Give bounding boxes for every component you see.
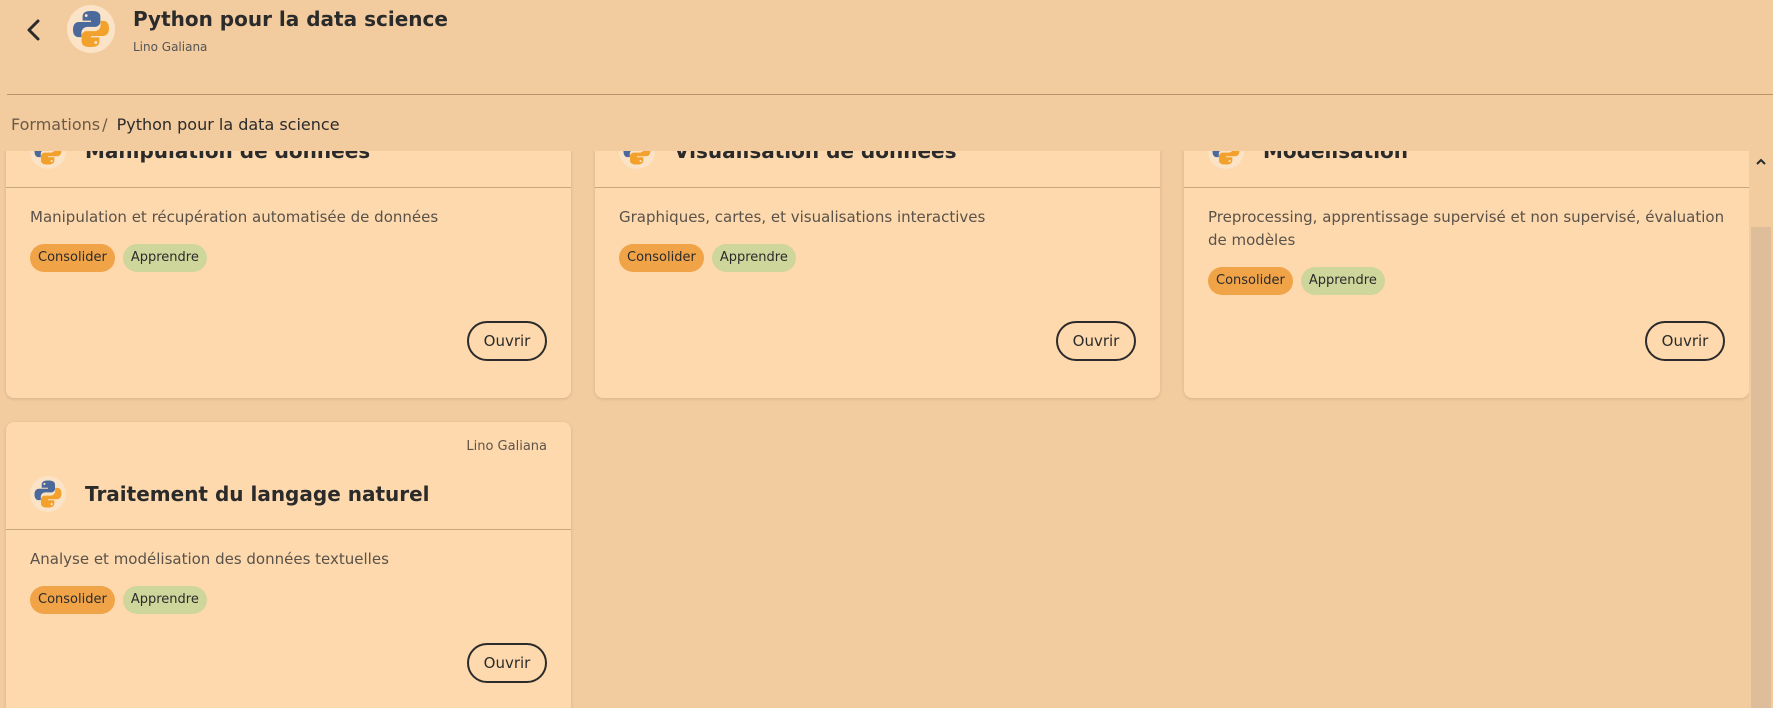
- header-divider: [7, 94, 1773, 95]
- card-description: Graphiques, cartes, et visualisations in…: [619, 208, 986, 226]
- breadcrumb-current: Python pour la data science: [116, 115, 340, 134]
- open-button[interactable]: Ouvrir: [1056, 321, 1136, 361]
- tag-consolider: Consolider: [1208, 267, 1293, 295]
- card-modelisation: Modélisation Preprocessing, apprentissag…: [1184, 151, 1749, 398]
- scroll-up-arrow-icon[interactable]: [1755, 157, 1767, 167]
- back-button[interactable]: [22, 16, 46, 44]
- card-title: Manipulation de données: [85, 151, 371, 163]
- card-tags: Consolider Apprendre: [619, 244, 796, 272]
- tag-consolider: Consolider: [619, 244, 704, 272]
- tag-consolider: Consolider: [30, 586, 115, 614]
- tag-consolider: Consolider: [30, 244, 115, 272]
- tag-apprendre: Apprendre: [122, 244, 207, 272]
- card-title: Visualisation de données: [674, 151, 957, 163]
- tag-apprendre: Apprendre: [122, 586, 207, 614]
- card-tags: Consolider Apprendre: [1208, 267, 1385, 295]
- course-author: Lino Galiana: [133, 40, 208, 54]
- scrollbar-thumb[interactable]: [1751, 227, 1771, 708]
- card-title: Traitement du langage naturel: [85, 482, 430, 506]
- python-logo-icon: [1208, 151, 1244, 169]
- app-header: Python pour la data science Lino Galiana: [0, 0, 1773, 95]
- open-button[interactable]: Ouvrir: [467, 643, 547, 683]
- python-logo-icon: [619, 151, 655, 169]
- python-logo-icon: [30, 476, 66, 512]
- card-divider: [1184, 187, 1749, 188]
- card-author: Lino Galiana: [466, 439, 547, 454]
- python-logo-icon: [30, 151, 66, 169]
- breadcrumb: Formations / Python pour la data science: [11, 115, 340, 134]
- chevron-left-icon: [27, 19, 40, 41]
- card-manipulation: Manipulation de données Manipulation et …: [6, 151, 571, 398]
- open-button[interactable]: Ouvrir: [1645, 321, 1725, 361]
- card-title: Modélisation: [1263, 151, 1409, 163]
- card-divider: [6, 529, 571, 530]
- course-title: Python pour la data science: [133, 7, 448, 31]
- tag-apprendre: Apprendre: [1300, 267, 1385, 295]
- card-description: Preprocessing, apprentissage supervisé e…: [1208, 208, 1725, 249]
- python-logo-icon: [67, 5, 115, 53]
- card-tags: Consolider Apprendre: [30, 244, 207, 272]
- card-nlp: Lino Galiana Traitement du langage natur…: [6, 422, 571, 708]
- card-tags: Consolider Apprendre: [30, 586, 207, 614]
- card-divider: [595, 187, 1160, 188]
- card-grid: Manipulation de données Manipulation et …: [0, 151, 1773, 708]
- card-visualisation: Visualisation de données Graphiques, car…: [595, 151, 1160, 398]
- breadcrumb-separator: /: [102, 115, 108, 134]
- card-description: Analyse et modélisation des données text…: [30, 550, 389, 568]
- open-button[interactable]: Ouvrir: [467, 321, 547, 361]
- card-description: Manipulation et récupération automatisée…: [30, 208, 439, 226]
- breadcrumb-formations[interactable]: Formations: [11, 115, 100, 134]
- vertical-scrollbar[interactable]: [1749, 151, 1773, 708]
- card-divider: [6, 187, 571, 188]
- tag-apprendre: Apprendre: [711, 244, 796, 272]
